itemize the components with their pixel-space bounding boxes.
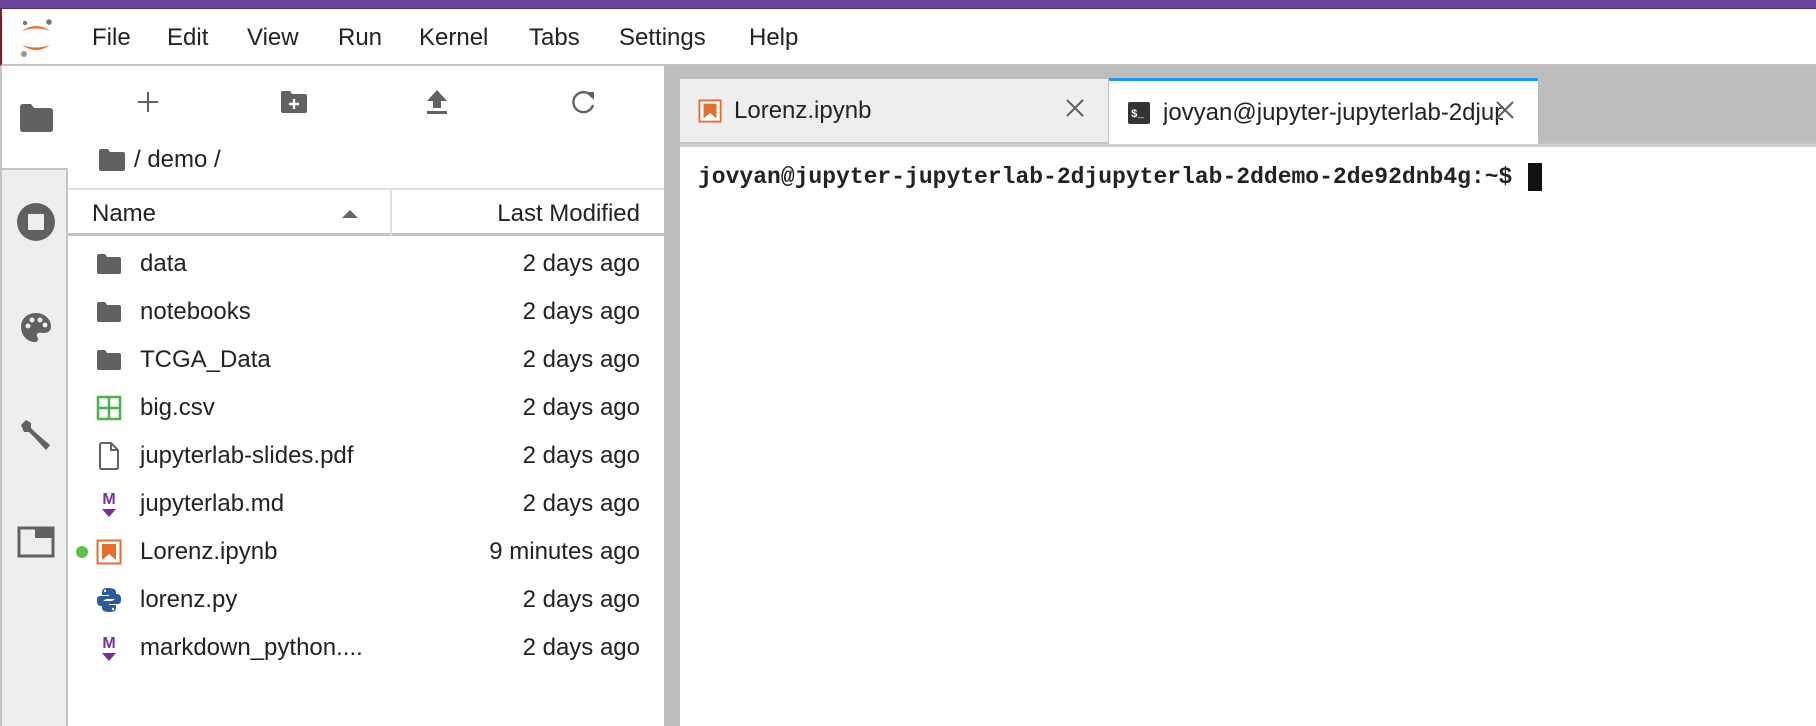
file-list: data 2 days ago notebooks 2 days ago TCG…	[68, 239, 664, 671]
tab-lorenz-ipynb[interactable]: Lorenz.ipynb	[680, 79, 1109, 142]
svg-text:$_: $_	[1131, 109, 1145, 121]
file-row-notebooks[interactable]: notebooks 2 days ago	[68, 287, 664, 335]
column-header-last-modified[interactable]: Last Modified	[497, 200, 640, 228]
menu-view[interactable]: View	[247, 24, 299, 52]
file-row-markdown-python[interactable]: M markdown_python.... 2 days ago	[68, 623, 664, 671]
file-name: lorenz.py	[140, 586, 238, 613]
menu-settings[interactable]: Settings	[619, 24, 706, 52]
sidebar-commands-button[interactable]	[14, 306, 58, 350]
column-header-name[interactable]: Name	[92, 200, 156, 228]
sidebar-file-browser-button[interactable]	[14, 96, 58, 140]
folder-icon	[97, 254, 121, 274]
markdown-icon: M	[102, 635, 116, 661]
file-modified: 9 minutes ago	[489, 538, 640, 565]
file-name: big.csv	[140, 394, 215, 421]
close-icon	[1066, 99, 1084, 117]
file-modified: 2 days ago	[522, 250, 640, 277]
menu-file[interactable]: File	[92, 24, 131, 52]
file-name: markdown_python....	[140, 634, 363, 661]
close-icon	[1496, 101, 1514, 119]
file-row-lorenz-ipynb[interactable]: Lorenz.ipynb 9 minutes ago	[68, 527, 664, 575]
menu-edit[interactable]: Edit	[167, 24, 208, 52]
file-row-jupyterlab-md[interactable]: M jupyterlab.md 2 days ago	[68, 479, 664, 527]
sort-ascending-icon	[342, 210, 358, 218]
file-name: TCGA_Data	[140, 346, 271, 373]
file-modified: 2 days ago	[522, 298, 640, 325]
file-name: data	[140, 250, 187, 277]
upload-button[interactable]	[417, 84, 457, 120]
upload-icon	[427, 90, 447, 114]
running-indicator-dot	[76, 546, 88, 558]
top-brand-bar	[0, 0, 1816, 9]
svg-text:M: M	[102, 635, 115, 652]
file-row-data[interactable]: data 2 days ago	[68, 239, 664, 287]
file-modified: 2 days ago	[522, 442, 640, 469]
terminal-cursor	[1528, 163, 1543, 191]
tab-label: jovyan@jupyter-jupyterlab-2djupyterlab-2…	[1163, 98, 1503, 126]
sidebar-running-button[interactable]	[14, 200, 58, 244]
new-launcher-button[interactable]	[128, 84, 168, 120]
jupyter-logo-icon	[21, 19, 52, 57]
new-folder-icon	[281, 91, 307, 113]
breadcrumb-path[interactable]: / demo /	[134, 146, 221, 174]
terminal-prompt-line: jovyan@jupyter-jupyterlab-2djupyterlab-2…	[698, 163, 1543, 191]
menubar: File Edit View Run Kernel Tabs Settings …	[0, 9, 1816, 66]
palette-icon	[21, 313, 51, 342]
refresh-icon	[572, 90, 595, 114]
sidebar-property-inspector-button[interactable]	[14, 414, 58, 458]
panel-splitter[interactable]	[664, 66, 680, 726]
spreadsheet-icon	[96, 395, 122, 421]
folder-icon	[97, 350, 121, 370]
refresh-button[interactable]	[564, 84, 604, 120]
file-name: notebooks	[140, 298, 251, 325]
file-row-jupyterlab-slides-pdf[interactable]: jupyterlab-slides.pdf 2 days ago	[68, 431, 664, 479]
menu-tabs[interactable]: Tabs	[529, 24, 580, 52]
main-tab-bar: Lorenz.ipynb $_ jovyan@jupyter-jupyterla…	[680, 66, 1816, 144]
file-modified: 2 days ago	[522, 586, 640, 613]
column-divider[interactable]	[390, 190, 392, 235]
python-icon	[97, 588, 121, 612]
file-row-lorenz-py[interactable]: lorenz.py 2 days ago	[68, 575, 664, 623]
file-browser-panel: / demo / Name Last Modified data 2 days …	[68, 66, 664, 726]
folder-icon	[97, 302, 121, 322]
file-name: jupyterlab.md	[140, 490, 285, 517]
close-tab-button[interactable]	[1490, 95, 1520, 125]
file-modified: 2 days ago	[522, 394, 640, 421]
stop-circle-icon	[17, 203, 55, 241]
file-modified: 2 days ago	[522, 490, 640, 517]
new-folder-button[interactable]	[274, 84, 314, 120]
home-folder-icon[interactable]	[98, 148, 126, 172]
terminal-panel[interactable]: jovyan@jupyter-jupyterlab-2djupyterlab-2…	[680, 144, 1816, 726]
tab-window-icon	[17, 526, 55, 558]
menu-kernel[interactable]: Kernel	[419, 24, 488, 52]
file-name: jupyterlab-slides.pdf	[140, 442, 354, 469]
file-row-tcga-data[interactable]: TCGA_Data 2 days ago	[68, 335, 664, 383]
terminal-icon: $_	[1128, 101, 1150, 124]
left-sidebar	[0, 66, 70, 726]
close-tab-button[interactable]	[1060, 93, 1090, 123]
markdown-icon: M	[102, 491, 116, 517]
menu-run[interactable]: Run	[338, 24, 382, 52]
menu-help[interactable]: Help	[749, 24, 798, 52]
file-list-header: Name Last Modified	[68, 188, 664, 236]
file-row-big-csv[interactable]: big.csv 2 days ago	[68, 383, 664, 431]
wrench-icon	[21, 420, 50, 450]
tab-terminal[interactable]: $_ jovyan@jupyter-jupyterlab-2djupyterla…	[1109, 78, 1538, 144]
terminal-prompt: jovyan@jupyter-jupyterlab-2djupyterlab-2…	[698, 164, 1513, 190]
folder-icon	[20, 104, 53, 132]
svg-text:M: M	[102, 491, 115, 508]
notebook-icon	[96, 539, 122, 565]
notebook-icon	[698, 98, 722, 123]
file-modified: 2 days ago	[522, 634, 640, 661]
file-name: Lorenz.ipynb	[140, 538, 278, 565]
breadcrumb: / demo /	[98, 142, 221, 178]
sidebar-open-tabs-button[interactable]	[14, 520, 58, 564]
file-modified: 2 days ago	[522, 346, 640, 373]
tab-label: Lorenz.ipynb	[734, 96, 872, 124]
plus-icon	[138, 92, 158, 112]
generic-file-icon	[99, 442, 119, 470]
